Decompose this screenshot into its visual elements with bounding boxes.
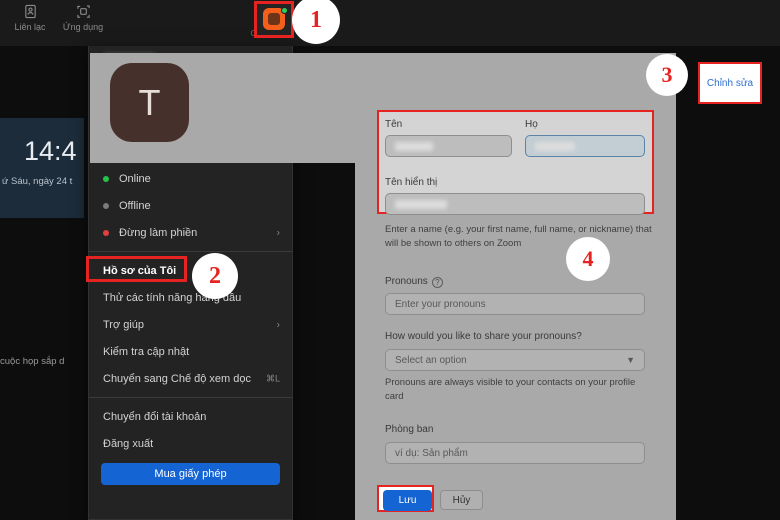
- first-name-blurred-value: [395, 141, 433, 151]
- screenshot-root: 14:4 ứ Sáu, ngày 24 t cuộc họp sắp d Liê…: [0, 0, 780, 520]
- last-name-blurred-value: [535, 141, 575, 151]
- display-name-blurred-value: [395, 199, 447, 209]
- apps-icon: [76, 4, 91, 19]
- menu-item-switch-account[interactable]: Chuyển đổi tài khoản: [89, 403, 292, 430]
- save-button-highlight: Lưu: [377, 485, 434, 512]
- menu-items-list: Online Offline Đừng làm phiền › Hồ sơ củ…: [89, 165, 292, 485]
- menu-item-offline[interactable]: Offline: [89, 192, 292, 219]
- menu-item-help-label: Trợ giúp: [103, 318, 145, 331]
- pronouns-share-select[interactable]: Select an option ▼: [385, 349, 645, 371]
- menu-item-online-label: Online: [119, 172, 151, 185]
- tab-ung-dung-label: Ứng dụng: [62, 22, 104, 32]
- tab-lien-lac-label: Liên lạc: [14, 22, 46, 32]
- pronouns-placeholder: Enter your pronouns: [395, 298, 486, 310]
- chevron-right-icon: ›: [276, 319, 280, 330]
- menu-item-help[interactable]: Trợ giúp ›: [89, 311, 292, 338]
- edit-button-highlight: Chỉnh sửa: [698, 62, 762, 104]
- cancel-button-label: Hủy: [452, 494, 471, 506]
- first-name-label: Tên: [385, 119, 403, 130]
- buy-license-button[interactable]: Mua giấy phép: [101, 463, 280, 485]
- pronouns-share-value: Select an option: [395, 354, 467, 366]
- chevron-right-icon: ›: [276, 227, 280, 238]
- pronouns-label-row: Pronouns?: [385, 276, 443, 288]
- menu-item-switch-portrait-view-label: Chuyển sang Chế độ xem dọc: [103, 372, 251, 385]
- tab-ung-dung[interactable]: Ứng dụng: [53, 4, 113, 32]
- department-input[interactable]: ví dụ: Sản phẩm: [385, 442, 645, 464]
- help-icon[interactable]: ?: [431, 277, 443, 288]
- menu-item-sign-out-label: Đăng xuất: [103, 437, 154, 450]
- avatar-initial: T: [138, 81, 161, 123]
- menu-item-check-updates[interactable]: Kiểm tra cập nhật: [89, 338, 292, 365]
- status-dot-dnd-icon: [103, 229, 109, 236]
- menu-item-offline-label: Offline: [119, 199, 151, 212]
- step-badge-2: 2: [192, 253, 238, 299]
- menu-divider: [89, 251, 292, 252]
- menu-item-switch-portrait-view[interactable]: Chuyển sang Chế độ xem dọc ⌘L: [89, 365, 292, 392]
- pronouns-label: Pronouns: [385, 276, 428, 287]
- menu-divider: [89, 397, 292, 398]
- menu-item-dnd-label: Đừng làm phiền: [119, 226, 198, 239]
- name-helper-text: Enter a name (e.g. your first name, full…: [385, 224, 652, 249]
- avatar[interactable]: T: [110, 63, 189, 142]
- menu-item-check-updates-label: Kiểm tra cập nhật: [103, 345, 190, 358]
- save-button[interactable]: Lưu: [383, 490, 432, 511]
- pronouns-helper-text: Pronouns are always visible to your cont…: [385, 377, 636, 402]
- upcoming-meetings-text: cuộc họp sắp d: [0, 356, 65, 367]
- edit-button[interactable]: Chỉnh sửa: [700, 64, 760, 102]
- buy-license-label: Mua giấy phép: [154, 468, 227, 480]
- display-name-input[interactable]: [385, 193, 645, 215]
- profile-form-panel: Tên Họ Tên hiển thị Enter a name (e.g. y…: [355, 53, 676, 520]
- menu-item-do-not-disturb[interactable]: Đừng làm phiền ›: [89, 219, 292, 246]
- department-label: Phòng ban: [385, 424, 434, 435]
- tab-lien-lac[interactable]: Liên lạc: [0, 4, 60, 32]
- keyboard-shortcut: ⌘L: [265, 373, 280, 383]
- menu-item-switch-account-label: Chuyển đổi tài khoản: [103, 410, 207, 423]
- pronouns-share-label: How would you like to share your pronoun…: [385, 331, 582, 342]
- first-name-input[interactable]: [385, 135, 512, 157]
- display-name-label: Tên hiển thị: [385, 177, 438, 188]
- pronouns-input[interactable]: Enter your pronouns: [385, 293, 645, 315]
- step-badge-3: 3: [646, 54, 688, 96]
- clock-widget: 14:4: [0, 118, 84, 218]
- last-name-label: Họ: [525, 119, 538, 130]
- menu-item-try-top-features[interactable]: Thử các tính năng hàng đầu: [89, 284, 292, 311]
- top-toolbar: Liên lạc Ứng dụng CƠ BẢN: [0, 0, 780, 46]
- clock-date: ứ Sáu, ngày 24 t: [2, 176, 73, 187]
- department-placeholder: ví dụ: Sản phẩm: [395, 447, 468, 459]
- menu-item-online[interactable]: Online: [89, 165, 292, 192]
- app-icon-highlight: [254, 1, 294, 38]
- menu-item-sign-out[interactable]: Đăng xuất: [89, 430, 292, 457]
- status-dot-offline-icon: [103, 202, 109, 209]
- edit-button-label: Chỉnh sửa: [706, 77, 754, 89]
- save-button-label: Lưu: [398, 495, 417, 506]
- clock-time: 14:4: [24, 136, 77, 166]
- my-profile-highlight: [86, 256, 187, 282]
- step-badge-4: 4: [566, 237, 610, 281]
- cancel-button[interactable]: Hủy: [440, 490, 483, 510]
- chevron-down-icon: ▼: [626, 355, 635, 365]
- contacts-icon: [23, 4, 38, 19]
- last-name-input[interactable]: [525, 135, 645, 157]
- status-dot-online-icon: [103, 175, 109, 182]
